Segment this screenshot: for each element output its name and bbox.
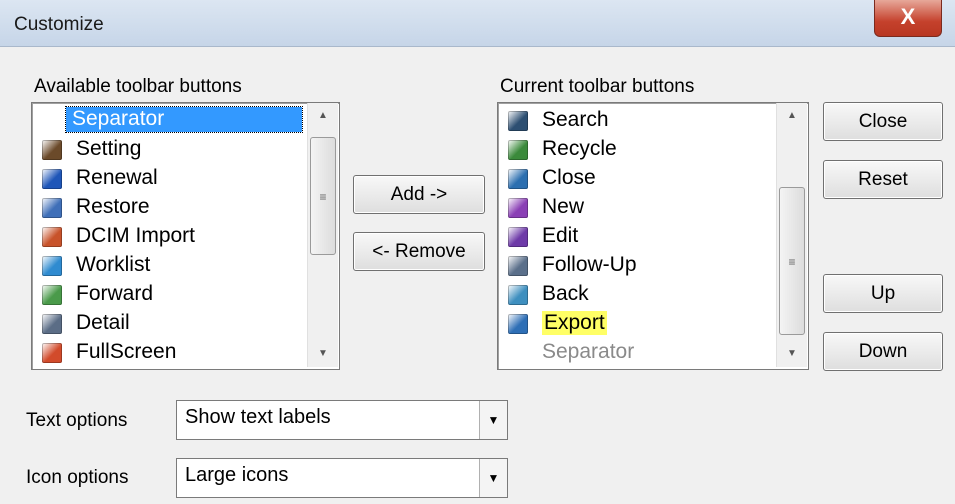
list-item[interactable]: DCIM Import (32, 222, 339, 251)
list-item-label: Renewal (76, 166, 158, 189)
available-listbox[interactable]: Separator Setting Renewal Restore DCIM Impor… (31, 102, 340, 370)
dropdown-arrow-icon[interactable]: ▼ (479, 401, 507, 439)
scroll-up-arrow-icon[interactable]: ▲ (308, 103, 338, 129)
list-item-label: Detail (76, 311, 130, 334)
list-item-label: DCIM Import (76, 224, 196, 247)
list-item-label: Follow-Up (542, 253, 637, 276)
export-icon (508, 314, 528, 334)
restore-icon (42, 198, 62, 218)
list-item[interactable]: Separator (32, 106, 339, 135)
list-item-label: Separator (65, 106, 303, 133)
list-item[interactable]: Export (498, 309, 808, 338)
list-item[interactable]: Follow-Up (498, 251, 808, 280)
scroll-thumb[interactable]: ≡ (310, 137, 336, 255)
recycle-icon (508, 140, 528, 160)
list-item-label: New (542, 195, 585, 218)
edit-icon (508, 227, 528, 247)
back-icon (508, 285, 528, 305)
list-item-label: Recycle (542, 137, 617, 160)
text-options-select[interactable]: Show text labels ▼ (176, 400, 508, 440)
list-item[interactable]: Recycle (498, 135, 808, 164)
new-icon (508, 198, 528, 218)
available-scrollbar[interactable]: ▲ ≡ ▼ (307, 103, 338, 367)
follow-up-icon (508, 256, 528, 276)
available-label: Available toolbar buttons (34, 76, 242, 97)
window-title: Customize (14, 14, 104, 35)
text-options-label: Text options (26, 410, 128, 431)
list-item-label: Close (542, 166, 596, 189)
list-item[interactable]: Forward (32, 280, 339, 309)
list-item-label: FullScreen (76, 340, 177, 363)
search-icon (508, 111, 528, 131)
fullscreen-icon (42, 343, 62, 363)
list-item-label: Export (542, 311, 607, 335)
list-item[interactable]: FullScreen (32, 338, 339, 367)
list-item[interactable]: Search (498, 106, 808, 135)
text-options-value: Show text labels (185, 406, 331, 428)
current-label: Current toolbar buttons (500, 76, 695, 97)
close-icon (508, 169, 528, 189)
list-item-label: Setting (76, 137, 142, 160)
detail-icon (42, 314, 62, 334)
down-button[interactable]: Down (823, 332, 943, 371)
list-item[interactable]: Close (498, 164, 808, 193)
remove-button[interactable]: <- Remove (353, 232, 485, 271)
close-button[interactable]: Close (823, 102, 943, 141)
add-button[interactable]: Add -> (353, 175, 485, 214)
list-item[interactable]: Setting (32, 135, 339, 164)
dropdown-arrow-icon[interactable]: ▼ (479, 459, 507, 497)
list-item-label: Worklist (76, 253, 151, 276)
icon-options-label: Icon options (26, 467, 129, 488)
current-listbox[interactable]: Search Recycle Close New Edit Follow-Up Back Ex… (497, 102, 809, 370)
setting-icon (42, 140, 62, 160)
list-item[interactable]: New (498, 193, 808, 222)
icon-options-value: Large icons (185, 464, 289, 486)
scroll-down-arrow-icon[interactable]: ▼ (777, 341, 807, 367)
window-close-button[interactable]: X (874, 0, 942, 37)
scroll-up-arrow-icon[interactable]: ▲ (777, 103, 807, 129)
list-item[interactable]: Detail (32, 309, 339, 338)
up-button[interactable]: Up (823, 274, 943, 313)
forward-icon (42, 285, 62, 305)
scroll-down-arrow-icon[interactable]: ▼ (308, 341, 338, 367)
title-bar: Customize X (0, 0, 955, 47)
list-item[interactable]: Worklist (32, 251, 339, 280)
list-item[interactable]: Edit (498, 222, 808, 251)
icon-options-select[interactable]: Large icons ▼ (176, 458, 508, 498)
list-item[interactable]: Renewal (32, 164, 339, 193)
current-scrollbar[interactable]: ▲ ≡ ▼ (776, 103, 807, 367)
reset-button[interactable]: Reset (823, 160, 943, 199)
worklist-icon (42, 256, 62, 276)
list-item[interactable]: Separator (498, 338, 808, 367)
scroll-thumb[interactable]: ≡ (779, 187, 805, 335)
dcim-import-icon (42, 227, 62, 247)
renewal-icon (42, 169, 62, 189)
list-item-label: Separator (542, 340, 635, 363)
list-item-label: Forward (76, 282, 154, 305)
list-item-label: Edit (542, 224, 579, 247)
list-item-label: Back (542, 282, 589, 305)
list-item[interactable]: Back (498, 280, 808, 309)
list-item-label: Restore (76, 195, 150, 218)
list-item-label: Search (542, 108, 609, 131)
list-item[interactable]: Restore (32, 193, 339, 222)
